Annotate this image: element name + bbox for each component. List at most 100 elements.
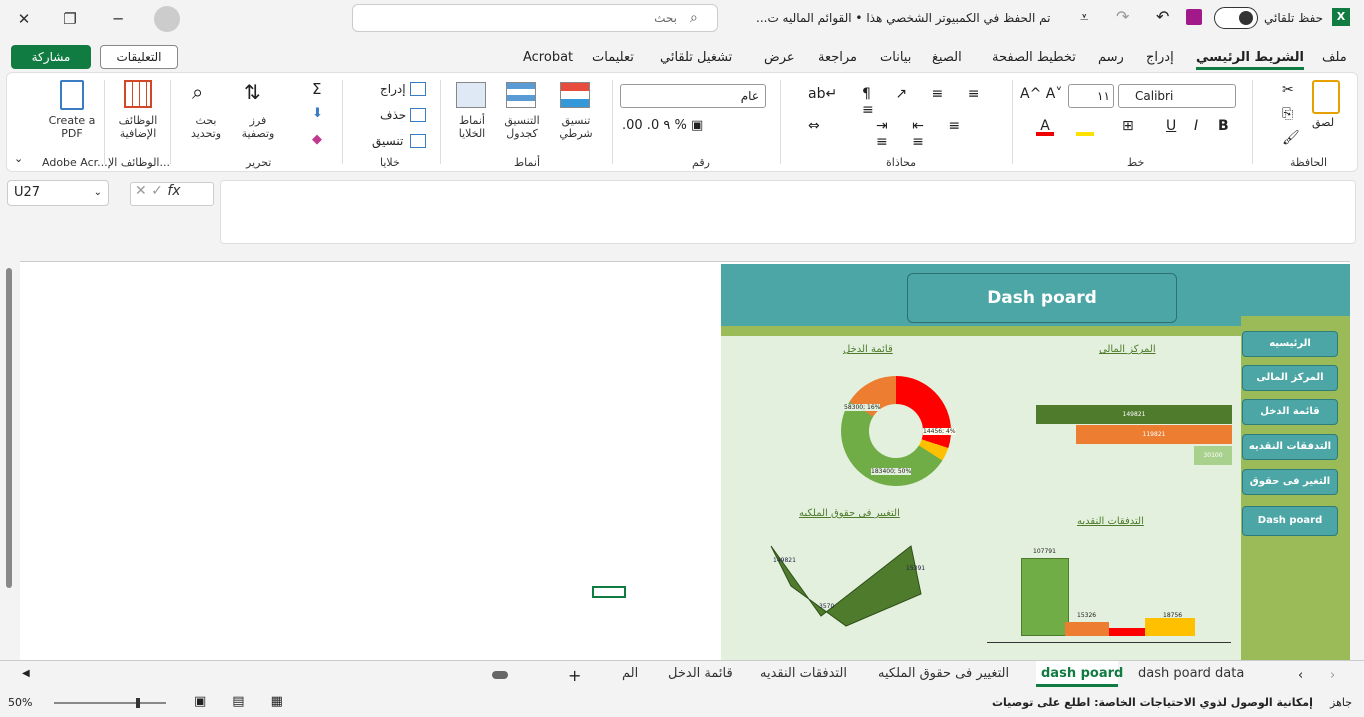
fill-icon[interactable]: ⬇: [312, 106, 323, 121]
underline-icon[interactable]: U: [1166, 118, 1176, 134]
edit-group-label: تحرير: [246, 156, 272, 169]
formula-bar[interactable]: [220, 180, 1356, 244]
cut-icon[interactable]: ✂: [1282, 82, 1294, 98]
alignment-bottom-row[interactable]: ⇥ ⇤ ≡ ≡ ≡: [876, 118, 1000, 150]
sheet-tab[interactable]: التدفقات النقديه: [760, 666, 847, 681]
menu-acrobat[interactable]: Acrobat: [523, 44, 573, 72]
sheet-tab[interactable]: dash poard data: [1138, 666, 1244, 681]
format-cells-button[interactable]: تنسيق: [372, 134, 403, 148]
nav-home-button[interactable]: الرئيسيه: [1242, 331, 1338, 357]
nav-cash-flow-button[interactable]: التدفقات النقديه: [1242, 434, 1338, 460]
zoom-slider[interactable]: [54, 698, 166, 708]
addins-icon[interactable]: [124, 80, 152, 108]
alignment-top-row[interactable]: ¶ ↗ ≡ ≡ ≡: [862, 86, 1000, 118]
format-painter-icon[interactable]: 🖌: [1282, 130, 1300, 146]
formula-controls[interactable]: ✕ ✓ fx: [130, 182, 214, 206]
view-buttons[interactable]: ▣▤▦: [194, 694, 309, 709]
menu-formulas[interactable]: الصيغ: [932, 44, 962, 72]
search-input[interactable]: بحث: [352, 4, 718, 32]
autosave-toggle[interactable]: [1214, 7, 1258, 29]
copy-icon[interactable]: ⎘: [1282, 106, 1293, 122]
tab-scroll-left-icon[interactable]: ‹: [1298, 668, 1303, 683]
avatar[interactable]: [154, 6, 180, 32]
menu-file[interactable]: ملف: [1322, 44, 1347, 72]
dashboard: Dash poard الرئيسيه المركز المالى قائمة …: [721, 264, 1350, 660]
row-headers: [1350, 262, 1364, 660]
add-sheet-icon[interactable]: +: [568, 666, 581, 685]
font-color-icon[interactable]: A: [1036, 118, 1054, 136]
chart3-label: 107791: [1033, 548, 1056, 555]
cell-styles-label: أنماط الخلايا: [458, 114, 486, 140]
tab-scroll-right-icon[interactable]: ›: [1330, 668, 1335, 683]
share-button[interactable]: مشاركة: [11, 45, 91, 69]
borders-icon[interactable]: ⊞: [1122, 118, 1134, 134]
cells-group-label: خلايا: [380, 156, 400, 169]
menu-data[interactable]: بيانات: [880, 44, 911, 72]
delete-cells-button[interactable]: حذف: [380, 108, 406, 122]
wrap-text-icon[interactable]: ab↵: [808, 86, 837, 102]
menu-view[interactable]: عرض: [764, 44, 795, 72]
minimize-icon[interactable]: ─: [104, 6, 132, 32]
delete-cells-icon: [410, 108, 426, 122]
name-box[interactable]: U27 ⌄: [7, 180, 109, 206]
ribbon-collapse-icon[interactable]: ⌄: [14, 152, 23, 165]
menu-review[interactable]: مراجعة: [818, 44, 857, 72]
find-select-label: بحث وتحديد: [190, 114, 222, 140]
conditional-format-icon[interactable]: [560, 82, 590, 108]
comments-button[interactable]: التعليقات: [100, 45, 178, 69]
customize-icon[interactable]: ⩡: [1080, 8, 1088, 26]
number-format-buttons[interactable]: .00 .0 ٩ % ▣: [622, 118, 762, 133]
sheet-tab-active[interactable]: dash poard: [1041, 666, 1123, 681]
zoom-level[interactable]: 50%: [8, 696, 32, 709]
number-format-select[interactable]: عام: [620, 84, 766, 108]
title-bar: ✕ ❐ ─ بحث ⌕ تم الحفظ في الكمبيوتر الشخصي…: [0, 0, 1364, 38]
clear-icon[interactable]: ◆: [312, 132, 322, 147]
nav-financial-position-button[interactable]: المركز المالى: [1242, 365, 1338, 391]
font-grow-icon[interactable]: A^ A˅: [1020, 86, 1062, 102]
paste-icon[interactable]: [1312, 80, 1340, 114]
selected-cell[interactable]: [592, 586, 626, 598]
chart4-area: 149821 3570 15391: [770, 545, 925, 627]
styles-group-label: أنماط: [514, 156, 541, 169]
sort-filter-icon[interactable]: ⇅: [244, 80, 261, 104]
autosum-icon[interactable]: Σ: [312, 80, 321, 98]
sheet-tab[interactable]: التغيير فى حقوق الملكيه: [878, 666, 1009, 681]
fx-icon[interactable]: fx: [167, 183, 180, 199]
restore-icon[interactable]: ❐: [56, 6, 84, 32]
vertical-scrollbar[interactable]: [6, 268, 12, 588]
chart4-title: التغيير فى حقوق الملكيه: [799, 508, 900, 519]
create-pdf-icon[interactable]: [60, 80, 84, 110]
close-icon[interactable]: ✕: [10, 6, 38, 32]
menu-help[interactable]: تعليمات: [592, 44, 634, 72]
font-size-select[interactable]: ١١: [1068, 84, 1114, 108]
merge-center-icon[interactable]: ⇔: [808, 118, 820, 134]
fill-color-icon[interactable]: [1076, 118, 1094, 136]
chart3-label: 15326: [1077, 612, 1097, 619]
save-status: تم الحفظ في الكمبيوتر الشخصي هذا: [866, 11, 1051, 25]
accessibility-status[interactable]: إمكانية الوصول لذوي الاحتياجات الخاصة: ا…: [992, 696, 1313, 709]
conditional-format-label: تنسيق شرطي: [559, 114, 593, 140]
font-name-select[interactable]: Calibri: [1118, 84, 1236, 108]
redo-icon[interactable]: ↷: [1116, 7, 1129, 26]
format-as-table-icon[interactable]: [506, 82, 536, 108]
menu-automate[interactable]: تشغيل تلقائي: [660, 44, 732, 72]
undo-icon[interactable]: ↶: [1156, 7, 1169, 26]
bold-icon[interactable]: B: [1218, 118, 1229, 134]
menu-draw[interactable]: رسم: [1098, 44, 1124, 72]
save-icon[interactable]: [1186, 9, 1202, 25]
sheet-tab[interactable]: قائمة الدخل: [668, 666, 733, 681]
nav-dashboard-button[interactable]: Dash poard: [1242, 506, 1338, 536]
hscroll-thumb[interactable]: [492, 671, 508, 679]
chart3-bar: [1145, 618, 1195, 636]
find-select-icon[interactable]: ⌕: [192, 80, 203, 104]
menu-insert[interactable]: إدراج: [1146, 44, 1174, 72]
menu-home[interactable]: الشريط الرئيسي: [1196, 44, 1304, 70]
nav-equity-change-button[interactable]: التغير فى حقوق: [1242, 469, 1338, 495]
hscroll-left-icon[interactable]: ◀: [22, 668, 30, 679]
menu-page-layout[interactable]: تخطيط الصفحة: [992, 44, 1076, 72]
nav-income-statement-button[interactable]: قائمة الدخل: [1242, 399, 1338, 425]
sheet-tab[interactable]: الم: [622, 666, 638, 681]
italic-icon[interactable]: I: [1194, 118, 1198, 134]
insert-cells-button[interactable]: إدراج: [380, 82, 406, 96]
cell-styles-icon[interactable]: [456, 82, 486, 108]
